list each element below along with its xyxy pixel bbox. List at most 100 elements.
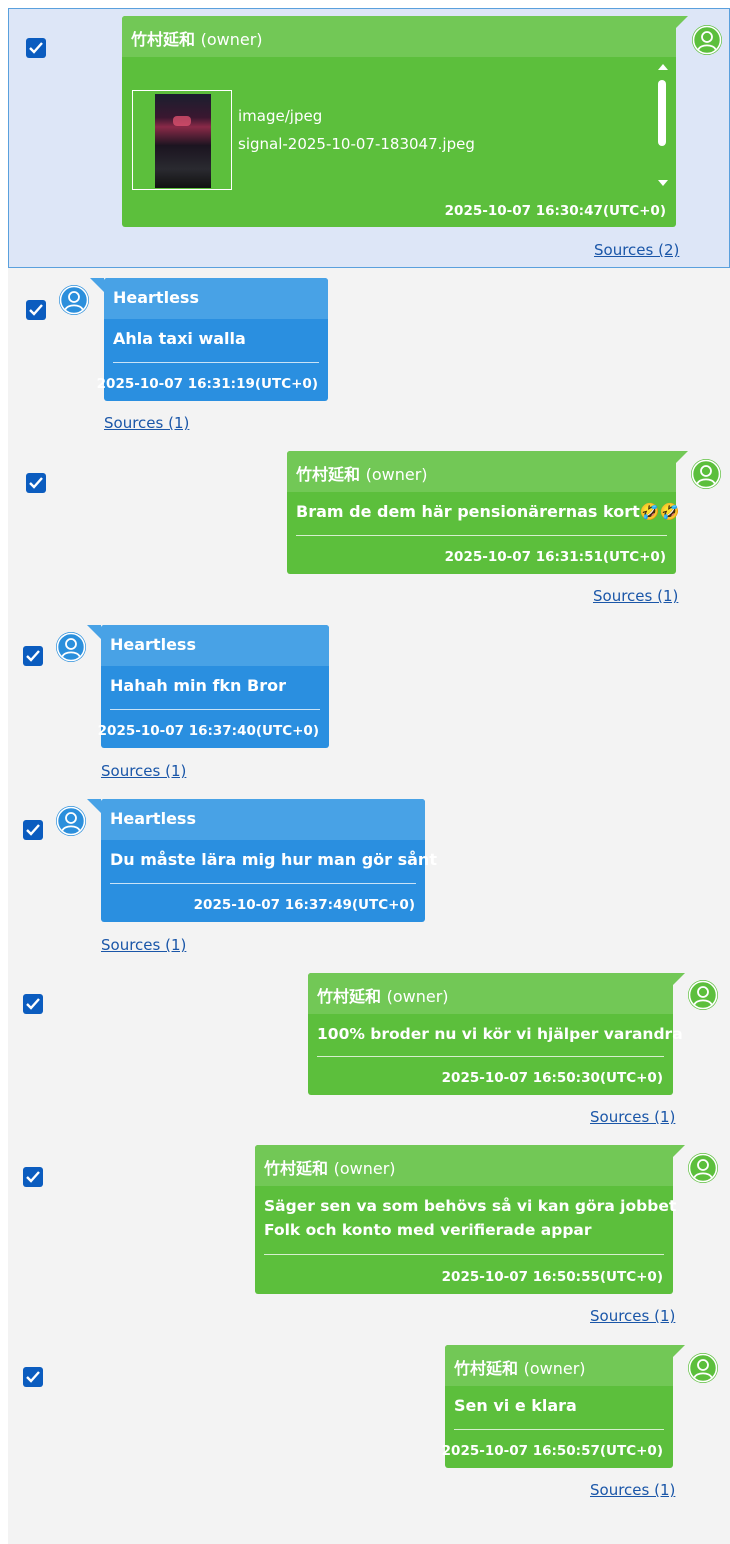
message-text-content: Bram de dem här pensionärernas kort xyxy=(296,502,640,521)
sender-header: 竹村延和 (owner) xyxy=(445,1345,673,1386)
message-text: Ahla taxi walla xyxy=(113,329,246,348)
user-avatar-icon xyxy=(56,806,86,836)
message-row[interactable]: Heartless Du måste lära mig hur man gör … xyxy=(8,789,730,961)
scrollbar-thumb[interactable] xyxy=(658,80,666,146)
sender-role: (owner) xyxy=(200,30,263,49)
message-bubble: 竹村延和 (owner) Sen vi e klara 2025-10-07 1… xyxy=(441,1345,685,1468)
checkbox-checked-icon xyxy=(29,477,43,489)
sender-header: 竹村延和 (owner) xyxy=(122,16,676,57)
message-checkbox[interactable] xyxy=(23,646,43,666)
message-row[interactable]: 竹村延和 (owner) image/jpeg signal-2025-10-0… xyxy=(8,8,730,268)
message-checkbox[interactable] xyxy=(23,1167,43,1187)
message-text: Hahah min fkn Bror xyxy=(110,676,286,695)
message-text: Du måste lära mig hur man gör sånt xyxy=(110,850,437,869)
message-timestamp: 2025-10-07 16:31:19(UTC+0) xyxy=(96,376,318,392)
sender-name: 竹村延和 xyxy=(454,1359,519,1378)
user-avatar-icon xyxy=(688,1353,718,1383)
message-checkbox[interactable] xyxy=(23,1367,43,1387)
image-preview xyxy=(155,94,211,188)
message-text: Bram de dem här pensionärernas kort🤣🤣 xyxy=(287,492,680,524)
message-timestamp: 2025-10-07 16:31:51(UTC+0) xyxy=(444,549,666,565)
sender-name: Heartless xyxy=(110,809,196,828)
sender-role: (owner) xyxy=(386,987,449,1006)
sender-header: Heartless xyxy=(101,625,329,666)
divider xyxy=(110,709,320,710)
sender-name: 竹村延和 xyxy=(296,465,361,484)
message-bubble: Heartless Du måste lära mig hur man gör … xyxy=(87,799,437,922)
sender-name: 竹村延和 xyxy=(264,1159,329,1178)
message-timestamp: 2025-10-07 16:50:57(UTC+0) xyxy=(441,1443,663,1459)
sender-name: Heartless xyxy=(113,288,199,307)
sender-role: (owner) xyxy=(523,1359,586,1378)
sender-role: (owner) xyxy=(365,465,428,484)
sources-link[interactable]: Sources (1) xyxy=(104,414,189,432)
attachment-meta: image/jpeg signal-2025-10-07-183047.jpeg xyxy=(238,102,475,158)
sources-link[interactable]: Sources (1) xyxy=(593,587,678,605)
sender-name: Heartless xyxy=(110,635,196,654)
message-line: Folk och konto med verifierade appar xyxy=(264,1221,592,1239)
message-row[interactable]: 竹村延和 (owner) Sen vi e klara 2025-10-07 1… xyxy=(8,1336,730,1511)
message-bubble: 竹村延和 (owner) Bram de dem här pensionärer… xyxy=(287,451,688,574)
sources-link[interactable]: Sources (1) xyxy=(590,1481,675,1499)
message-text: Sen vi e klara xyxy=(454,1396,577,1415)
divider xyxy=(113,362,319,363)
sender-header: 竹村延和 (owner) xyxy=(255,1145,673,1186)
message-line: Säger sen va som behövs så vi kan göra j… xyxy=(264,1197,677,1215)
sources-link[interactable]: Sources (1) xyxy=(590,1307,675,1325)
message-checkbox[interactable] xyxy=(23,994,43,1014)
attachment-thumbnail[interactable] xyxy=(132,90,232,190)
checkbox-checked-icon xyxy=(29,42,43,54)
checkbox-checked-icon xyxy=(29,304,43,316)
message-checkbox[interactable] xyxy=(26,38,46,58)
checkbox-checked-icon xyxy=(26,1171,40,1183)
message-timestamp: 2025-10-07 16:30:47(UTC+0) xyxy=(444,203,666,219)
message-bubble: Heartless Hahah min fkn Bror 2025-10-07 … xyxy=(87,625,329,748)
sources-link[interactable]: Sources (1) xyxy=(101,936,186,954)
message-row[interactable]: 竹村延和 (owner) Säger sen va som behövs så … xyxy=(8,1136,730,1336)
message-text: 100% broder nu vi kör vi hjälper varandr… xyxy=(317,1025,683,1043)
message-text: Säger sen va som behövs så vi kan göra j… xyxy=(255,1186,677,1242)
sender-header: 竹村延和 (owner) xyxy=(308,973,673,1014)
user-avatar-icon xyxy=(692,25,722,55)
sender-name: 竹村延和 xyxy=(131,30,196,49)
message-checkbox[interactable] xyxy=(26,473,46,493)
checkbox-checked-icon xyxy=(26,1371,40,1383)
checkbox-checked-icon xyxy=(26,998,40,1010)
sources-link[interactable]: Sources (2) xyxy=(594,241,679,259)
sources-link[interactable]: Sources (1) xyxy=(590,1108,675,1126)
message-timestamp: 2025-10-07 16:50:30(UTC+0) xyxy=(441,1070,663,1086)
sender-header: Heartless xyxy=(104,278,328,319)
message-row[interactable]: Heartless Ahla taxi walla 2025-10-07 16:… xyxy=(8,269,730,441)
user-avatar-icon xyxy=(688,980,718,1010)
message-row[interactable]: Heartless Hahah min fkn Bror 2025-10-07 … xyxy=(8,615,730,787)
message-row[interactable]: 竹村延和 (owner) Bram de dem här pensionärer… xyxy=(8,442,730,614)
attachment-filename[interactable]: signal-2025-10-07-183047.jpeg xyxy=(238,130,475,158)
sender-header: Heartless xyxy=(101,799,425,840)
message-timestamp: 2025-10-07 16:37:49(UTC+0) xyxy=(193,897,415,913)
message-bubble: Heartless Ahla taxi walla 2025-10-07 16:… xyxy=(90,278,328,401)
divider xyxy=(110,883,416,884)
message-bubble: 竹村延和 (owner) 100% broder nu vi kör vi hj… xyxy=(308,973,685,1095)
laughing-emoji-icon: 🤣🤣 xyxy=(639,502,680,521)
sender-name: 竹村延和 xyxy=(317,987,382,1006)
message-timestamp: 2025-10-07 16:37:40(UTC+0) xyxy=(97,723,319,739)
checkbox-checked-icon xyxy=(26,650,40,662)
user-avatar-icon xyxy=(691,459,721,489)
sources-link[interactable]: Sources (1) xyxy=(101,762,186,780)
message-checkbox[interactable] xyxy=(26,300,46,320)
sender-role: (owner) xyxy=(333,1159,396,1178)
message-checkbox[interactable] xyxy=(23,820,43,840)
chevron-down-icon[interactable] xyxy=(658,180,668,186)
message-row[interactable]: 竹村延和 (owner) 100% broder nu vi kör vi hj… xyxy=(8,963,730,1135)
message-bubble: 竹村延和 (owner) Säger sen va som behövs så … xyxy=(255,1145,685,1294)
user-avatar-icon xyxy=(56,632,86,662)
sender-header: 竹村延和 (owner) xyxy=(287,451,676,492)
divider xyxy=(454,1429,664,1430)
chevron-up-icon[interactable] xyxy=(658,64,668,70)
checkbox-checked-icon xyxy=(26,824,40,836)
user-avatar-icon xyxy=(59,285,89,315)
divider xyxy=(296,535,667,536)
attachment-scrollbar[interactable] xyxy=(656,62,670,186)
attachment-mime-type: image/jpeg xyxy=(238,107,323,125)
user-avatar-icon xyxy=(688,1153,718,1183)
